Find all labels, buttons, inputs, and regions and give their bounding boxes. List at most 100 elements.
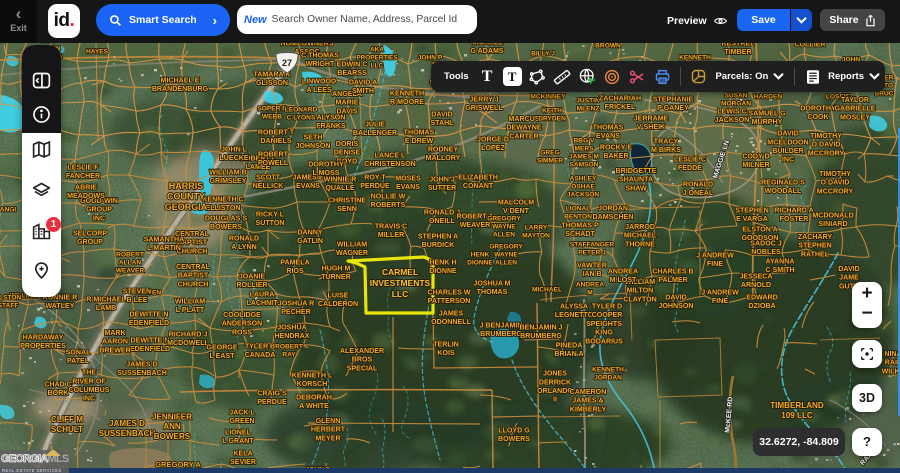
svg-text:KING: KING <box>595 329 613 337</box>
svg-text:JOHNSON: JOHNSON <box>658 302 693 310</box>
svg-text:WILLIAM B: WILLIAM B <box>209 168 246 176</box>
svg-text:JAMES: JAMES <box>439 309 464 317</box>
svg-text:RICKY L: RICKY L <box>256 210 285 218</box>
svg-text:MALLORY: MALLORY <box>426 154 461 162</box>
svg-text:THOMAS: THOMAS <box>477 288 508 296</box>
svg-text:GATLIN: GATLIN <box>297 237 323 245</box>
svg-text:KENNETH C: KENNETH C <box>202 195 243 203</box>
svg-text:ELSTON A: ELSTON A <box>742 225 777 233</box>
svg-text:NOBLES: NOBLES <box>751 248 781 256</box>
svg-text:BENTON: BENTON <box>564 214 592 221</box>
svg-text:R MICHAEL: R MICHAEL <box>86 295 126 303</box>
svg-text:DAVID: DAVID <box>431 110 453 118</box>
svg-text:LEONARD: LEONARD <box>285 106 318 113</box>
svg-text:ANN: ANN <box>163 422 181 431</box>
svg-text:CARTER: CARTER <box>509 132 539 140</box>
svg-text:VAWTER: VAWTER <box>577 261 607 269</box>
svg-text:DORIS: DORIS <box>336 140 359 148</box>
svg-text:TYLER B: TYLER B <box>245 342 275 350</box>
svg-text:GREEN: GREEN <box>229 417 254 425</box>
svg-text:THOMAS P: THOMAS P <box>561 221 599 229</box>
svg-text:MERS: MERS <box>574 146 594 153</box>
svg-text:M LOST: M LOST <box>610 276 637 284</box>
svg-text:DRYDEN: DRYDEN <box>538 116 566 123</box>
svg-text:SETH: SETH <box>304 133 323 141</box>
svg-text:MCDONALD: MCDONALD <box>812 211 853 219</box>
svg-text:KIMBERLY: KIMBERLY <box>570 405 607 413</box>
svg-text:GRISWELL: GRISWELL <box>465 104 503 112</box>
svg-text:COOPER: COOPER <box>592 311 623 319</box>
svg-text:LUISE: LUISE <box>328 291 349 299</box>
svg-text:TIMBERLAND: TIMBERLAND <box>770 401 824 410</box>
svg-text:GLISSON: GLISSON <box>256 79 288 87</box>
svg-text:ONEILL: ONEILL <box>429 217 456 225</box>
svg-text:FINE: FINE <box>707 260 723 268</box>
svg-text:MALCOLM: MALCOLM <box>498 198 534 206</box>
svg-text:BRUMBERG: BRUMBERG <box>480 330 522 338</box>
svg-text:INC: INC <box>782 156 794 164</box>
svg-text:POWELL: POWELL <box>258 159 289 167</box>
svg-text:27: 27 <box>282 58 292 68</box>
svg-text:SENN: SENN <box>337 205 357 213</box>
svg-text:ALEXANDER: ALEXANDER <box>340 347 384 355</box>
svg-text:JOHNSON: JOHNSON <box>295 142 330 150</box>
svg-text:SIMMER: SIMMER <box>537 158 564 165</box>
svg-text:L EAST: L EAST <box>209 352 235 360</box>
svg-text:INC: INC <box>93 214 105 222</box>
svg-text:JAMES M: JAMES M <box>569 153 600 160</box>
svg-text:KORSCH: KORSCH <box>297 380 328 388</box>
svg-text:A LEES: A LEES <box>306 86 332 94</box>
svg-text:BRIDGETTE: BRIDGETTE <box>616 167 657 175</box>
svg-text:ANGI: ANGI <box>0 207 16 214</box>
svg-text:DZIOBA: DZIOBA <box>748 302 775 310</box>
svg-text:STEPHEN: STEPHEN <box>798 242 832 250</box>
svg-text:LINWOOD: LINWOOD <box>302 77 336 85</box>
svg-text:O DAVID: O DAVID <box>811 141 840 149</box>
svg-text:WAYNE: WAYNE <box>494 252 518 259</box>
svg-text:OSHAE: OSHAE <box>571 184 595 191</box>
svg-text:DANIELS: DANIELS <box>260 137 291 145</box>
svg-text:CHARLES B: CHARLES B <box>652 267 693 275</box>
svg-text:KENNETH: KENNETH <box>390 89 424 97</box>
svg-text:CANADA: CANADA <box>245 351 276 359</box>
svg-text:ROBERT: ROBERT <box>275 343 303 350</box>
svg-text:LAURA: LAURA <box>250 290 275 298</box>
svg-text:PERDUE: PERDUE <box>257 398 287 406</box>
svg-text:WAYNE: WAYNE <box>492 224 516 231</box>
svg-text:CAMERON: CAMERON <box>570 388 607 396</box>
svg-text:SCOTT: SCOTT <box>256 173 281 181</box>
svg-text:ASHLEY: ASHLEY <box>570 175 597 182</box>
svg-text:MCCRORY: MCCRORY <box>817 187 854 195</box>
svg-text:MICHAEL: MICHAEL <box>532 287 562 294</box>
svg-text:RAY: RAY <box>282 352 296 359</box>
svg-text:NELLICK: NELLICK <box>253 182 285 190</box>
svg-text:ALYSON: ALYSON <box>317 113 346 121</box>
svg-text:JACKSON: JACKSON <box>715 116 750 124</box>
svg-text:HENK H: HENK H <box>429 258 456 266</box>
svg-text:JERRY J: JERRY J <box>469 95 498 103</box>
svg-text:BORK: BORK <box>48 389 70 397</box>
svg-text:SONAL: SONAL <box>66 348 91 356</box>
svg-text:JOANIE: JOANIE <box>239 272 266 280</box>
svg-text:GROUP: GROUP <box>77 238 103 246</box>
svg-text:ROBERTS: ROBERTS <box>371 201 406 209</box>
svg-text:LEWIS C: LEWIS C <box>717 107 747 115</box>
svg-text:STEPHEN A: STEPHEN A <box>418 232 458 240</box>
svg-text:WAGNER: WAGNER <box>336 249 368 257</box>
svg-text:STEPHEN: STEPHEN <box>735 206 769 214</box>
svg-text:BRIAN A: BRIAN A <box>554 350 583 358</box>
svg-text:GRIMSLEY: GRIMSLEY <box>209 177 246 185</box>
svg-text:RONALD: RONALD <box>229 234 259 242</box>
svg-text:ALLAN: ALLAN <box>119 260 142 267</box>
svg-text:BODARIUS: BODARIUS <box>585 337 623 345</box>
svg-text:SMITH: SMITH <box>352 87 374 95</box>
svg-text:CHRISTINE: CHRISTINE <box>328 196 366 204</box>
svg-text:DEBORAH: DEBORAH <box>296 393 332 401</box>
svg-text:BALLENGER: BALLENGER <box>353 129 397 137</box>
svg-text:II: II <box>553 396 557 404</box>
svg-text:G ADAMS: G ADAMS <box>470 47 504 55</box>
svg-text:M: M <box>587 290 593 297</box>
svg-text:THE: THE <box>82 369 96 377</box>
svg-text:SOPER P: SOPER P <box>257 105 287 112</box>
svg-text:DEWITTE N: DEWITTE N <box>130 336 169 344</box>
